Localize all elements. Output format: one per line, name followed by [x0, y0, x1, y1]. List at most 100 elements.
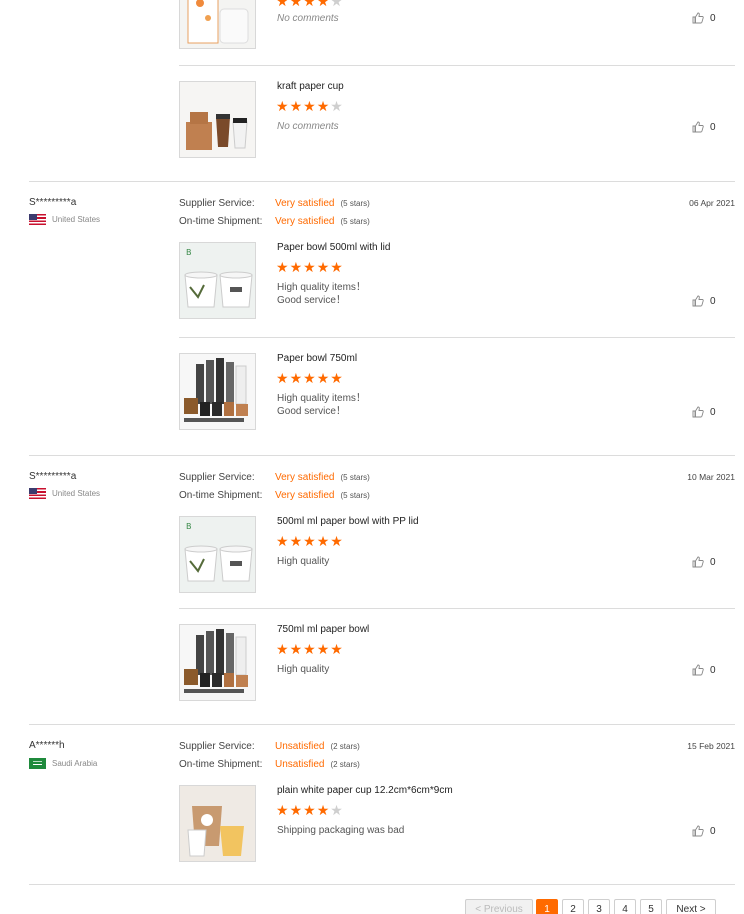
star-filled-icon: ★: [276, 802, 290, 818]
us-flag-icon: [29, 214, 46, 225]
star-filled-icon: ★: [289, 259, 304, 275]
product-name[interactable]: Paper bowl 750ml: [277, 353, 357, 364]
rating-star-count: (5 stars): [340, 473, 370, 482]
star-filled-icon: ★: [276, 641, 290, 657]
review-divider: [29, 455, 735, 456]
like-count: 0: [710, 406, 716, 418]
item-stars: ★★★★★: [276, 803, 344, 817]
product-thumbnail[interactable]: B: [179, 242, 256, 319]
shipment-rating: On-time Shipment: Unsatisfied (2 stars): [179, 758, 360, 770]
star-filled-icon: ★: [289, 641, 304, 657]
star-filled-icon: ★: [330, 370, 344, 386]
star-empty-icon: ★: [330, 98, 344, 114]
item-comment: No comments: [277, 121, 339, 132]
item-stars: ★★★★★: [276, 642, 344, 656]
product-thumbnail[interactable]: B: [179, 516, 256, 593]
item-comment: High quality items！ Good service！: [277, 393, 366, 417]
page-1-button[interactable]: 1: [536, 899, 558, 914]
star-filled-icon: ★: [276, 98, 290, 114]
star-filled-icon: ★: [289, 98, 304, 114]
product-thumbnail[interactable]: [179, 785, 256, 862]
rating-star-count: (5 stars): [340, 217, 370, 226]
item-stars: ★★★★★: [276, 260, 344, 274]
page-4-button[interactable]: 4: [614, 899, 636, 914]
like-button[interactable]: 0: [692, 295, 716, 307]
like-count: 0: [710, 121, 716, 133]
like-button[interactable]: 0: [692, 406, 716, 418]
star-empty-icon: ★: [330, 0, 344, 9]
rating-value: Unsatisfied: [275, 741, 325, 752]
country-name: Saudi Arabia: [52, 759, 98, 768]
country-name: United States: [52, 215, 101, 224]
star-filled-icon: ★: [303, 370, 317, 386]
item-comment: High quality items！ Good service！: [277, 282, 366, 306]
product-name[interactable]: 750ml ml paper bowl: [277, 624, 369, 635]
page-3-button[interactable]: 3: [588, 899, 610, 914]
item-divider: [179, 65, 735, 66]
star-empty-icon: ★: [330, 802, 344, 818]
review-divider: [29, 724, 735, 725]
thumbs-up-icon: [692, 556, 704, 568]
thumbs-up-icon: [692, 12, 704, 24]
star-filled-icon: ★: [303, 641, 317, 657]
rating-star-count: (5 stars): [340, 491, 370, 500]
like-button[interactable]: 0: [692, 825, 716, 837]
review-divider: [29, 181, 735, 182]
product-name[interactable]: 500ml ml paper bowl with PP lid: [277, 516, 419, 527]
like-count: 0: [710, 12, 716, 24]
rating-value: Very satisfied: [275, 472, 335, 483]
star-filled-icon: ★: [316, 370, 331, 386]
star-filled-icon: ★: [303, 98, 317, 114]
page-5-button[interactable]: 5: [640, 899, 662, 914]
like-count: 0: [710, 295, 716, 307]
rating-label: On-time Shipment:: [179, 759, 263, 770]
star-filled-icon: ★: [303, 533, 317, 549]
product-thumbnail[interactable]: [179, 353, 256, 430]
like-count: 0: [710, 825, 716, 837]
star-filled-icon: ★: [276, 0, 290, 9]
item-comment: No comments: [277, 13, 339, 24]
like-button[interactable]: 0: [692, 664, 716, 676]
star-filled-icon: ★: [289, 0, 304, 9]
star-filled-icon: ★: [303, 0, 317, 9]
like-button[interactable]: 0: [692, 121, 716, 133]
country-name: United States: [52, 489, 101, 498]
product-thumbnail[interactable]: [179, 81, 256, 158]
star-filled-icon: ★: [276, 533, 290, 549]
reviewer-name: A******h: [29, 740, 65, 751]
star-filled-icon: ★: [276, 370, 290, 386]
reviewer-name: S*********a: [29, 471, 77, 482]
thumbs-up-icon: [692, 121, 704, 133]
star-filled-icon: ★: [316, 533, 331, 549]
review-divider: [29, 884, 735, 885]
star-filled-icon: ★: [330, 533, 344, 549]
star-filled-icon: ★: [303, 259, 317, 275]
rating-star-count: (2 stars): [330, 742, 360, 751]
reviewer-country: United States: [29, 214, 100, 225]
like-button[interactable]: 0: [692, 556, 716, 568]
product-thumbnail[interactable]: [179, 0, 256, 49]
star-filled-icon: ★: [289, 370, 304, 386]
rating-value: Very satisfied: [275, 490, 335, 501]
item-comment: High quality: [277, 556, 330, 567]
rating-label: Supplier Service:: [179, 472, 255, 483]
shipment-rating: On-time Shipment: Very satisfied (5 stars): [179, 215, 370, 227]
like-button[interactable]: 0: [692, 12, 716, 24]
product-name[interactable]: kraft paper cup: [277, 81, 344, 92]
svg-text:B: B: [186, 248, 192, 257]
review-date: 06 Apr 2021: [689, 198, 735, 208]
product-name[interactable]: Paper bowl 500ml with lid: [277, 242, 390, 253]
supplier-service-rating: Supplier Service: Unsatisfied (2 stars): [179, 740, 360, 752]
previous-page-button[interactable]: < Previous: [465, 899, 533, 914]
star-filled-icon: ★: [303, 802, 317, 818]
star-filled-icon: ★: [316, 641, 331, 657]
rating-value: Unsatisfied: [275, 759, 325, 770]
item-stars: ★★★★★: [276, 0, 344, 8]
us-flag-icon: [29, 488, 46, 499]
page-2-button[interactable]: 2: [562, 899, 584, 914]
rating-label: Supplier Service:: [179, 198, 255, 209]
review-date: 15 Feb 2021: [687, 741, 735, 751]
product-thumbnail[interactable]: [179, 624, 256, 701]
product-name[interactable]: plain white paper cup 12.2cm*6cm*9cm: [277, 785, 453, 796]
next-page-button[interactable]: Next >: [666, 899, 716, 914]
